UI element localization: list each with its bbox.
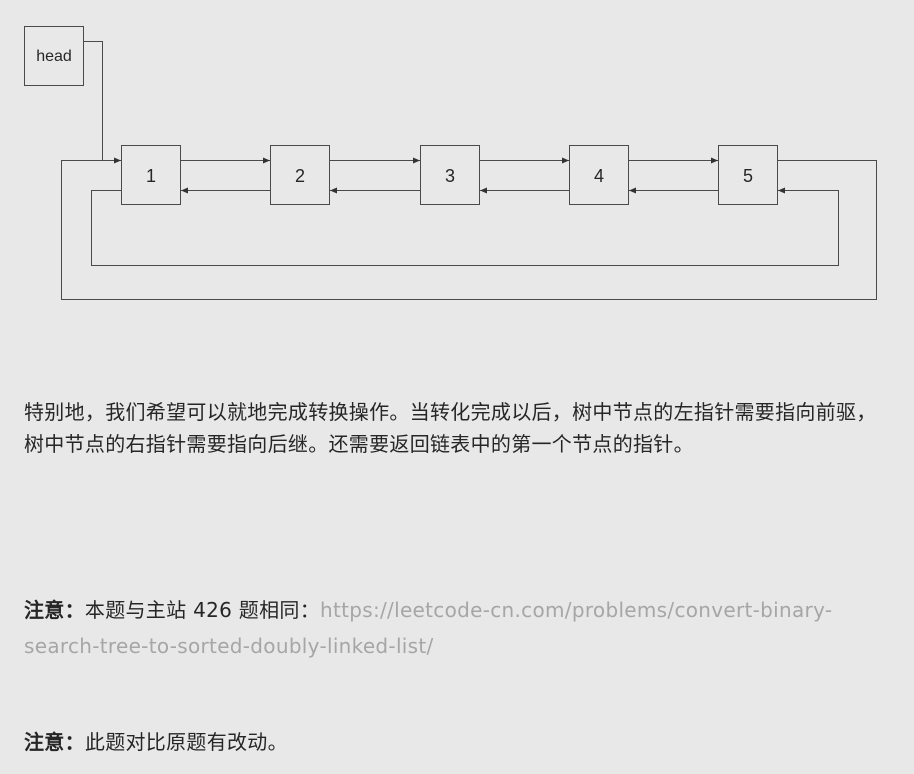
list-node-1: 1: [121, 145, 181, 205]
node-label: 4: [594, 166, 604, 186]
note-label: 注意：: [24, 730, 85, 754]
note-same-problem: 注意：本题与主站 426 题相同：https://leetcode-cn.com…: [24, 592, 884, 664]
head-pointer-line: [84, 41, 103, 161]
node-label: 3: [445, 166, 455, 186]
note-modified: 注意：此题对比原题有改动。: [24, 726, 884, 758]
list-node-4: 4: [569, 145, 629, 205]
description-paragraph: 特别地，我们希望可以就地完成转换操作。当转化完成以后，树中节点的左指针需要指向前…: [24, 400, 877, 456]
node-label: 5: [743, 166, 753, 186]
node-label: 1: [146, 166, 156, 186]
list-node-2: 2: [270, 145, 330, 205]
linked-list-diagram: head 1 2 3 4 5: [24, 26, 877, 300]
note-label: 注意：: [24, 598, 85, 622]
head-label: head: [36, 48, 72, 65]
node-label: 2: [295, 166, 305, 186]
list-node-5: 5: [718, 145, 778, 205]
head-box: head: [24, 26, 84, 86]
list-node-3: 3: [420, 145, 480, 205]
note-text: 此题对比原题有改动。: [84, 730, 288, 754]
note-text: 本题与主站 426 题相同：: [84, 598, 320, 622]
